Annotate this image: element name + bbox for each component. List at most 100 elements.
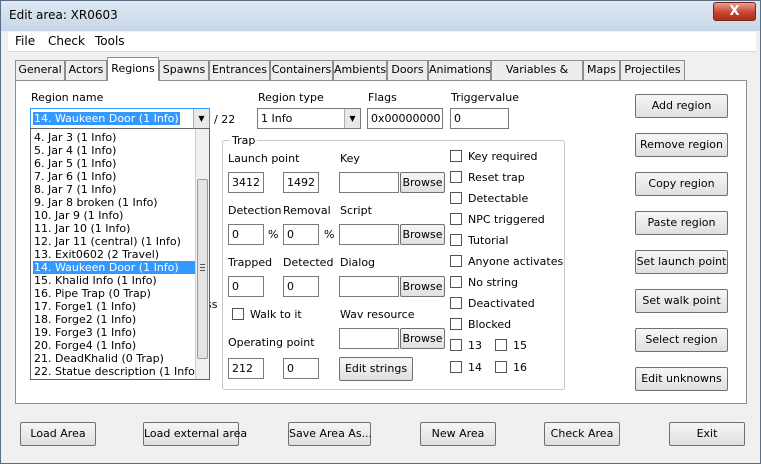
no-string-checkbox[interactable] (450, 276, 462, 288)
blocked-checkbox[interactable] (450, 318, 462, 330)
launch-x-input[interactable]: 3412 (228, 172, 264, 193)
flag-16-checkbox[interactable] (495, 361, 507, 373)
flag-14-label: 14 (468, 361, 482, 374)
menu-check[interactable]: Check (48, 34, 85, 48)
list-item[interactable]: 10. Jar 9 (1 Info) (33, 209, 195, 222)
operating-point-label: Operating point (228, 336, 315, 349)
anyone-activates-label: Anyone activates (468, 255, 564, 268)
tab-containers[interactable]: Containers (270, 60, 333, 80)
set-launch-point-button[interactable]: Set launch point (635, 250, 728, 274)
flag-13-checkbox[interactable] (450, 339, 462, 351)
select-region-button[interactable]: Select region (635, 328, 728, 352)
list-item[interactable]: 17. Forge1 (1 Info) (33, 300, 195, 313)
list-item-selected[interactable]: 14. Waukeen Door (1 Info) (33, 261, 195, 274)
anyone-activates-checkbox[interactable] (450, 255, 462, 267)
add-region-button[interactable]: Add region (635, 94, 728, 118)
script-input[interactable] (339, 224, 399, 245)
walk-to-it-checkbox[interactable] (232, 308, 244, 320)
copy-region-button[interactable]: Copy region (635, 172, 728, 196)
flag-13-label: 13 (468, 339, 482, 352)
list-item[interactable]: 13. Exit0602 (2 Travel) (33, 248, 195, 261)
list-item[interactable]: 8. Jar 7 (1 Info) (33, 183, 195, 196)
key-input[interactable] (339, 172, 399, 193)
key-required-checkbox[interactable] (450, 150, 462, 162)
npc-triggered-checkbox[interactable] (450, 213, 462, 225)
edit-strings-button[interactable]: Edit strings (339, 357, 413, 381)
triggervalue-input[interactable]: 0 (450, 108, 509, 129)
set-walk-point-button[interactable]: Set walk point (635, 289, 728, 313)
operating-y-input[interactable]: 0 (283, 358, 319, 379)
edit-unknowns-button[interactable]: Edit unknowns (635, 367, 728, 391)
operating-x-input[interactable]: 212 (228, 358, 264, 379)
close-button[interactable]: X (713, 2, 756, 21)
trapped-input[interactable]: 0 (228, 276, 264, 297)
load-area-button[interactable]: Load Area (20, 422, 96, 446)
tab-variables-notes[interactable]: Variables & notes (491, 60, 583, 94)
exit-button[interactable]: Exit (669, 422, 745, 446)
wav-resource-input[interactable] (339, 328, 399, 349)
load-external-area-button[interactable]: Load external area (143, 422, 247, 446)
list-item[interactable]: 18. Forge2 (1 Info) (33, 313, 195, 326)
list-item[interactable]: 15. Khalid Info (1 Info) (33, 274, 195, 287)
script-browse-button[interactable]: Browse (400, 224, 445, 245)
chevron-down-icon[interactable]: ▼ (344, 109, 360, 128)
list-item[interactable]: 12. Jar 11 (central) (1 Info) (33, 235, 195, 248)
flags-label: Flags (368, 91, 397, 104)
tab-ambients[interactable]: Ambients (333, 60, 387, 80)
tab-actors[interactable]: Actors (65, 60, 107, 80)
dropdown-scrollbar[interactable] (195, 129, 209, 379)
list-item[interactable]: 21. DeadKhalid (0 Trap) (33, 352, 195, 365)
list-item[interactable]: 9. Jar 8 broken (1 Info) (33, 196, 195, 209)
dialog-browse-button[interactable]: Browse (400, 276, 445, 297)
deactivated-checkbox[interactable] (450, 297, 462, 309)
edit-area-window: Edit area: XR0603 X File Check Tools Gen… (0, 0, 761, 464)
region-count: / 22 (214, 113, 236, 126)
paste-region-button[interactable]: Paste region (635, 211, 728, 235)
region-type-value: 1 Info (261, 112, 293, 125)
list-item[interactable]: 4. Jar 3 (1 Info) (33, 131, 195, 144)
tab-regions[interactable]: Regions (107, 57, 159, 81)
dialog-input[interactable] (339, 276, 399, 297)
tab-entrances[interactable]: Entrances (209, 60, 270, 80)
wav-browse-button[interactable]: Browse (400, 328, 445, 349)
tab-doors[interactable]: Doors (387, 60, 428, 80)
tutorial-checkbox[interactable] (450, 234, 462, 246)
flags-input[interactable]: 0x00000000 (367, 108, 443, 129)
region-name-value: 14. Waukeen Door (1 Info) (33, 112, 180, 125)
detection-input[interactable]: 0 (228, 224, 264, 245)
detected-input[interactable]: 0 (283, 276, 319, 297)
region-name-combo[interactable]: 14. Waukeen Door (1 Info) ▼ (30, 108, 210, 129)
new-area-button[interactable]: New Area (420, 422, 496, 446)
menu-file[interactable]: File (15, 34, 35, 48)
check-area-button[interactable]: Check Area (544, 422, 620, 446)
flag-15-checkbox[interactable] (495, 339, 507, 351)
tab-animations[interactable]: Animations (428, 60, 491, 80)
scrollbar-thumb[interactable] (197, 179, 208, 359)
list-item[interactable]: 7. Jar 6 (1 Info) (33, 170, 195, 183)
tab-spawns[interactable]: Spawns (159, 60, 209, 80)
region-dropdown-list[interactable]: 4. Jar 3 (1 Info) 5. Jar 4 (1 Info) 6. J… (30, 128, 210, 380)
tab-general[interactable]: General (15, 60, 65, 80)
detected-label: Detected (283, 256, 334, 269)
reset-trap-checkbox[interactable] (450, 171, 462, 183)
list-item[interactable]: 6. Jar 5 (1 Info) (33, 157, 195, 170)
removal-input[interactable]: 0 (283, 224, 319, 245)
remove-region-button[interactable]: Remove region (635, 133, 728, 157)
list-item[interactable]: 19. Forge3 (1 Info) (33, 326, 195, 339)
key-browse-button[interactable]: Browse (400, 172, 445, 193)
list-item[interactable]: 22. Statue description (1 Info) (33, 365, 199, 378)
list-item[interactable]: 16. Pipe Trap (0 Trap) (33, 287, 195, 300)
chevron-down-icon[interactable]: ▼ (193, 109, 209, 128)
save-area-as-button[interactable]: Save Area As... (288, 422, 372, 446)
flag-14-checkbox[interactable] (450, 361, 462, 373)
npc-triggered-label: NPC triggered (468, 213, 545, 226)
detectable-checkbox[interactable] (450, 192, 462, 204)
list-item[interactable]: 11. Jar 10 (1 Info) (33, 222, 195, 235)
tab-projectiles[interactable]: Projectiles (620, 60, 685, 80)
menu-tools[interactable]: Tools (95, 34, 125, 48)
list-item[interactable]: 5. Jar 4 (1 Info) (33, 144, 195, 157)
launch-y-input[interactable]: 1492 (283, 172, 319, 193)
list-item[interactable]: 20. Forge4 (1 Info) (33, 339, 195, 352)
tab-maps[interactable]: Maps (583, 60, 620, 80)
region-type-combo[interactable]: 1 Info ▼ (257, 108, 361, 129)
